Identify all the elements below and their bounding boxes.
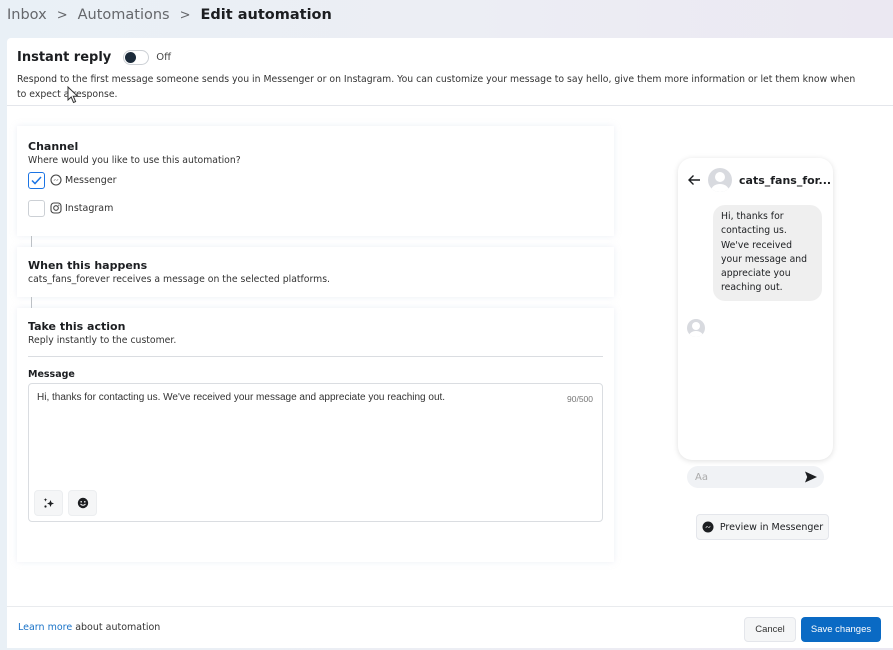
instagram-label: Instagram <box>65 202 114 214</box>
breadcrumb-automations[interactable]: Automations <box>78 7 170 23</box>
action-title: Take this action <box>28 320 126 333</box>
breadcrumb-inbox[interactable]: Inbox <box>7 7 47 23</box>
composer-input <box>695 471 804 483</box>
automation-description: Respond to the first message someone sen… <box>17 74 856 100</box>
messenger-icon <box>702 521 714 533</box>
channel-title: Channel <box>28 140 79 153</box>
preview-composer <box>687 466 824 488</box>
channel-subtitle: Where would you like to use this automat… <box>28 155 241 166</box>
automation-panel: Instant reply Off Respond to the first m… <box>7 38 893 648</box>
send-icon <box>804 470 818 484</box>
flow-connector <box>31 297 32 308</box>
preview-in-messenger-button[interactable]: Preview in Messenger <box>696 514 829 540</box>
mouse-cursor-icon <box>67 86 79 104</box>
flow-connector <box>31 236 32 247</box>
channel-card: Channel Where would you like to use this… <box>17 126 614 236</box>
back-arrow-icon <box>687 173 701 187</box>
ai-suggest-button[interactable] <box>34 490 63 516</box>
page-title: Edit automation <box>200 7 332 23</box>
action-card: Take this action Reply instantly to the … <box>17 308 614 562</box>
action-subtitle: Reply instantly to the customer. <box>28 335 177 346</box>
avatar <box>708 168 732 192</box>
automation-title: Instant reply <box>17 49 112 65</box>
emoji-icon <box>77 497 88 509</box>
preview-button-label: Preview in Messenger <box>719 521 824 533</box>
messenger-icon <box>50 174 62 186</box>
instagram-checkbox[interactable] <box>28 199 45 217</box>
sparkles-icon <box>43 498 54 508</box>
checkmark-icon <box>31 175 42 185</box>
divider <box>28 356 603 357</box>
messenger-preview: cats_fans_for... Hi, thanks for contacti… <box>678 158 833 488</box>
breadcrumb-separator: > <box>179 7 191 23</box>
messenger-checkbox[interactable] <box>28 171 45 189</box>
breadcrumb-separator: > <box>56 7 68 23</box>
automation-header: Instant reply Off Respond to the first m… <box>7 38 893 106</box>
toggle-state-label: Off <box>156 51 172 63</box>
learn-more-suffix: about automation <box>72 622 161 633</box>
preview-account-name: cats_fans_for... <box>739 173 832 187</box>
breadcrumb: Inbox > Automations > Edit automation <box>7 4 332 26</box>
character-count: 90/500 <box>567 394 593 404</box>
footer: Learn more about automation Cancel Save … <box>7 606 893 648</box>
sender-avatar <box>687 319 705 337</box>
toggle-knob <box>125 51 137 63</box>
channel-option-messenger[interactable]: Messenger <box>28 171 603 189</box>
save-changes-button[interactable]: Save changes <box>801 617 881 642</box>
emoji-button[interactable] <box>68 490 97 516</box>
message-label: Message <box>28 369 75 380</box>
learn-more-text: Learn more about automation <box>18 622 160 633</box>
trigger-subtitle: cats_fans_forever receives a message on … <box>28 274 331 285</box>
trigger-card: When this happens cats_fans_forever rece… <box>17 247 614 297</box>
learn-more-link[interactable]: Learn more <box>18 622 72 633</box>
trigger-title: When this happens <box>28 259 148 272</box>
messenger-label: Messenger <box>65 174 117 186</box>
channel-option-instagram[interactable]: Instagram <box>28 199 603 217</box>
message-bubble: Hi, thanks for contacting us. We've rece… <box>713 205 822 301</box>
cancel-button[interactable]: Cancel <box>744 617 796 642</box>
message-text[interactable]: Hi, thanks for contacting us. We've rece… <box>37 392 594 403</box>
instagram-icon <box>50 202 62 214</box>
message-textarea[interactable]: Hi, thanks for contacting us. We've rece… <box>28 383 603 522</box>
instant-reply-toggle[interactable] <box>123 49 150 65</box>
